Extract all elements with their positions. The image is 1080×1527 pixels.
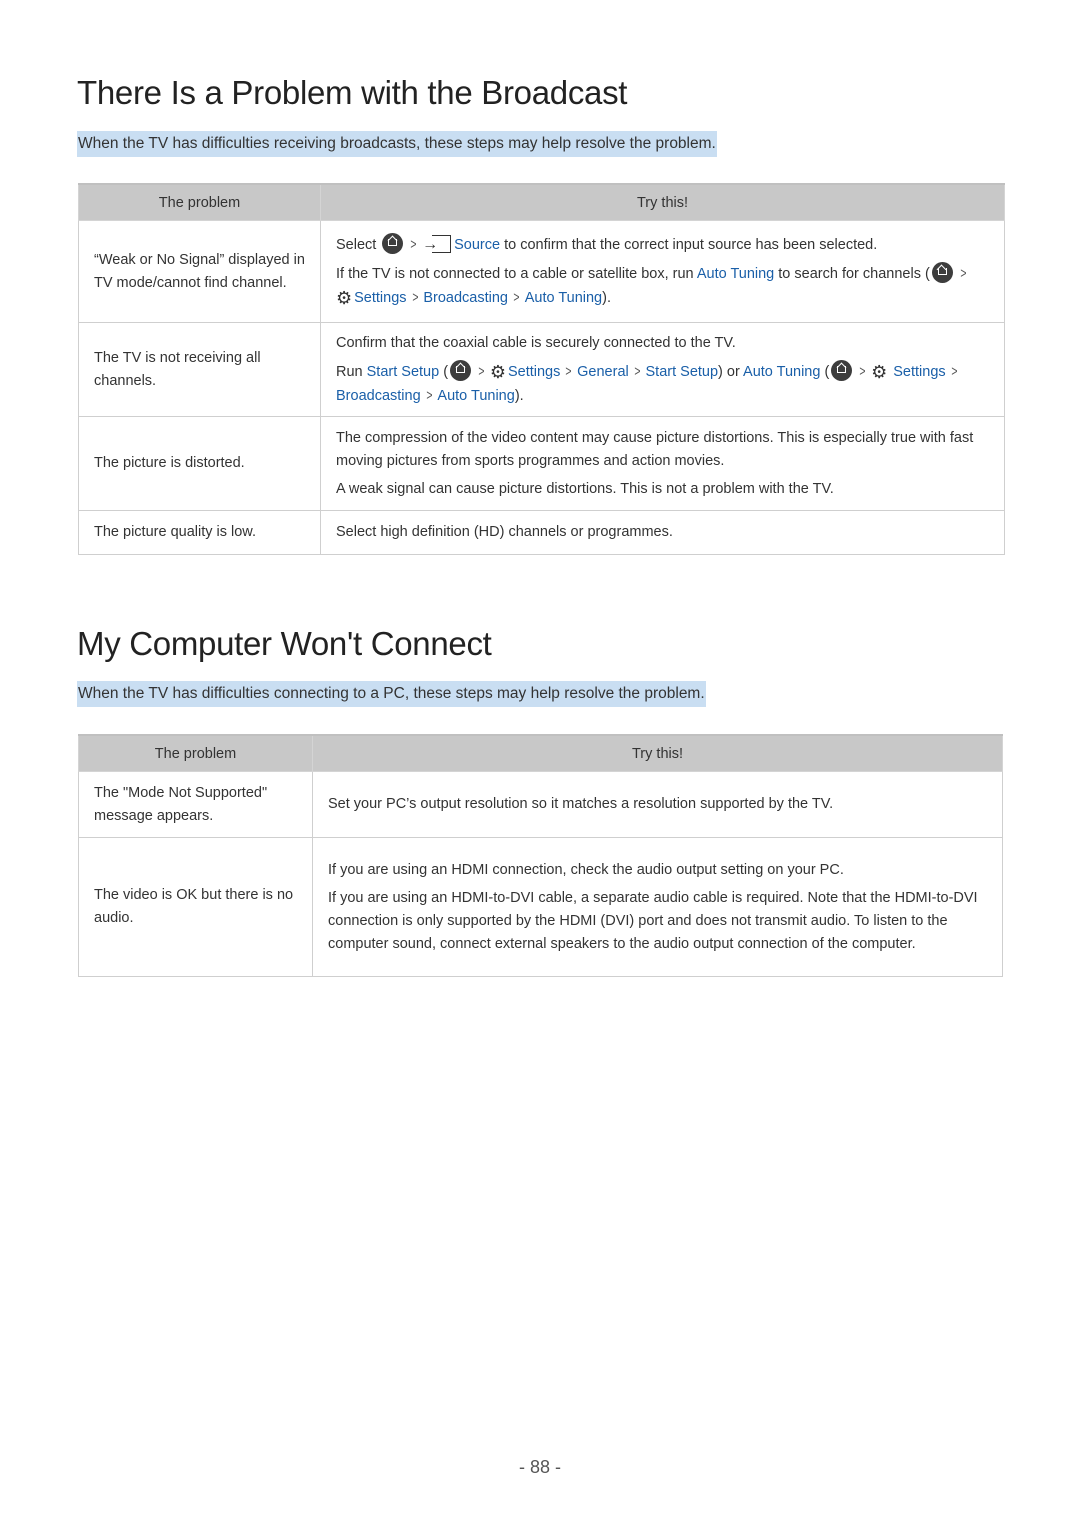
table-row: The picture is distorted. The compressio… <box>78 416 1005 511</box>
text: ). <box>602 290 611 306</box>
text: If the TV is not connected to a cable or… <box>336 266 694 282</box>
start-setup-link: Start Setup <box>366 363 440 380</box>
settings-gear-icon: ⚙ <box>336 288 353 308</box>
chevron-right-icon: > <box>411 289 418 306</box>
chevron-right-icon: > <box>859 362 866 380</box>
text: ( <box>443 363 449 380</box>
problem-cell: The "Mode Not Supported" message appears… <box>78 771 313 838</box>
solution-cell: Confirm that the coaxial cable is secure… <box>320 322 1005 417</box>
header-problem: The problem <box>78 183 321 221</box>
source-link: Source <box>454 237 501 253</box>
solution-cell: Select > Source to confirm that the corre… <box>320 220 1005 323</box>
chevron-right-icon: > <box>960 265 967 282</box>
manual-page: There Is a Problem with the Broadcast Wh… <box>0 0 1080 1527</box>
header-try-this: Try this! <box>312 734 1003 772</box>
text: Confirm that the coaxial cable is secure… <box>336 334 736 351</box>
problem-cell: “Weak or No Signal” displayed in TV mode… <box>78 220 321 323</box>
table-header-row: The problem Try this! <box>78 734 1003 772</box>
settings-link: Settings <box>354 290 407 306</box>
computer-problem-table: The problem Try this! The "Mode Not Supp… <box>78 734 1003 977</box>
chevron-right-icon: > <box>478 362 485 380</box>
section-title-computer: My Computer Won't Connect <box>77 625 492 662</box>
text: ). <box>514 387 524 404</box>
broadcast-problem-table: The problem Try this! “Weak or No Signal… <box>78 183 1005 555</box>
home-icon <box>450 359 472 381</box>
table-row: The TV is not receiving all channels. Co… <box>78 322 1005 417</box>
settings-gear-icon: ⚙ <box>871 361 888 382</box>
problem-cell: The video is OK but there is no audio. <box>78 837 313 977</box>
home-icon <box>831 359 853 381</box>
chevron-right-icon: > <box>410 236 417 253</box>
solution-cell: If you are using an HDMI connection, che… <box>312 837 1003 977</box>
home-icon <box>382 233 404 254</box>
table-row: The video is OK but there is no audio. I… <box>78 837 1003 977</box>
text: The compression of the video content may… <box>336 429 974 469</box>
text: A weak signal can cause picture distorti… <box>336 480 834 497</box>
settings-link: Settings <box>507 363 561 380</box>
solution-cell: Set your PC’s output resolution so it ma… <box>312 771 1003 838</box>
auto-tuning-link: Auto Tuning <box>743 363 821 380</box>
solution-cell: The compression of the video content may… <box>320 416 1005 511</box>
problem-cell: The TV is not receiving all channels. <box>78 322 321 417</box>
page-number: - 88 - <box>518 1457 561 1477</box>
table-row: The picture quality is low. Select high … <box>78 510 1005 555</box>
solution-cell: Select high definition (HD) channels or … <box>320 510 1005 555</box>
table-row: “Weak or No Signal” displayed in TV mode… <box>78 220 1005 323</box>
text: ( <box>824 363 830 380</box>
auto-tuning-link: Auto Tuning <box>696 266 775 282</box>
broadcasting-link: Broadcasting <box>423 290 508 306</box>
text: to confirm that the correct input source… <box>504 237 878 253</box>
section-title-broadcast: There Is a Problem with the Broadcast <box>77 74 628 111</box>
chevron-right-icon: > <box>634 362 641 380</box>
section-intro-broadcast: When the TV has difficulties receiving b… <box>77 131 717 157</box>
text: Select high definition (HD) channels or … <box>336 524 673 540</box>
section-intro-computer: When the TV has difficulties connecting … <box>77 681 706 707</box>
general-link: General <box>577 363 629 380</box>
text: If you are using an HDMI connection, che… <box>328 861 844 878</box>
start-setup-link: Start Setup <box>645 363 719 380</box>
chevron-right-icon: > <box>513 289 520 306</box>
text: Select <box>336 237 377 253</box>
auto-tuning-link: Auto Tuning <box>524 290 603 306</box>
settings-link: Settings <box>893 363 946 380</box>
broadcasting-link: Broadcasting <box>336 387 421 404</box>
problem-cell: The picture is distorted. <box>78 416 321 511</box>
text: If you are using an HDMI-to-DVI cable, a… <box>328 889 978 952</box>
text: to search for channels ( <box>778 266 930 282</box>
chevron-right-icon: > <box>950 362 958 380</box>
settings-gear-icon: ⚙ <box>489 361 506 382</box>
text: ) or <box>718 363 740 380</box>
problem-cell: The picture quality is low. <box>78 510 321 555</box>
chevron-right-icon: > <box>565 362 572 380</box>
auto-tuning-link: Auto Tuning <box>437 387 515 404</box>
table-header-row: The problem Try this! <box>78 183 1005 221</box>
home-icon <box>931 262 953 283</box>
chevron-right-icon: > <box>425 386 433 404</box>
table-row: The "Mode Not Supported" message appears… <box>78 771 1003 838</box>
text: Run <box>336 363 363 380</box>
header-problem: The problem <box>78 734 313 772</box>
source-icon <box>422 233 452 256</box>
header-try-this: Try this! <box>320 183 1005 221</box>
text: Set your PC’s output resolution so it ma… <box>328 796 834 812</box>
